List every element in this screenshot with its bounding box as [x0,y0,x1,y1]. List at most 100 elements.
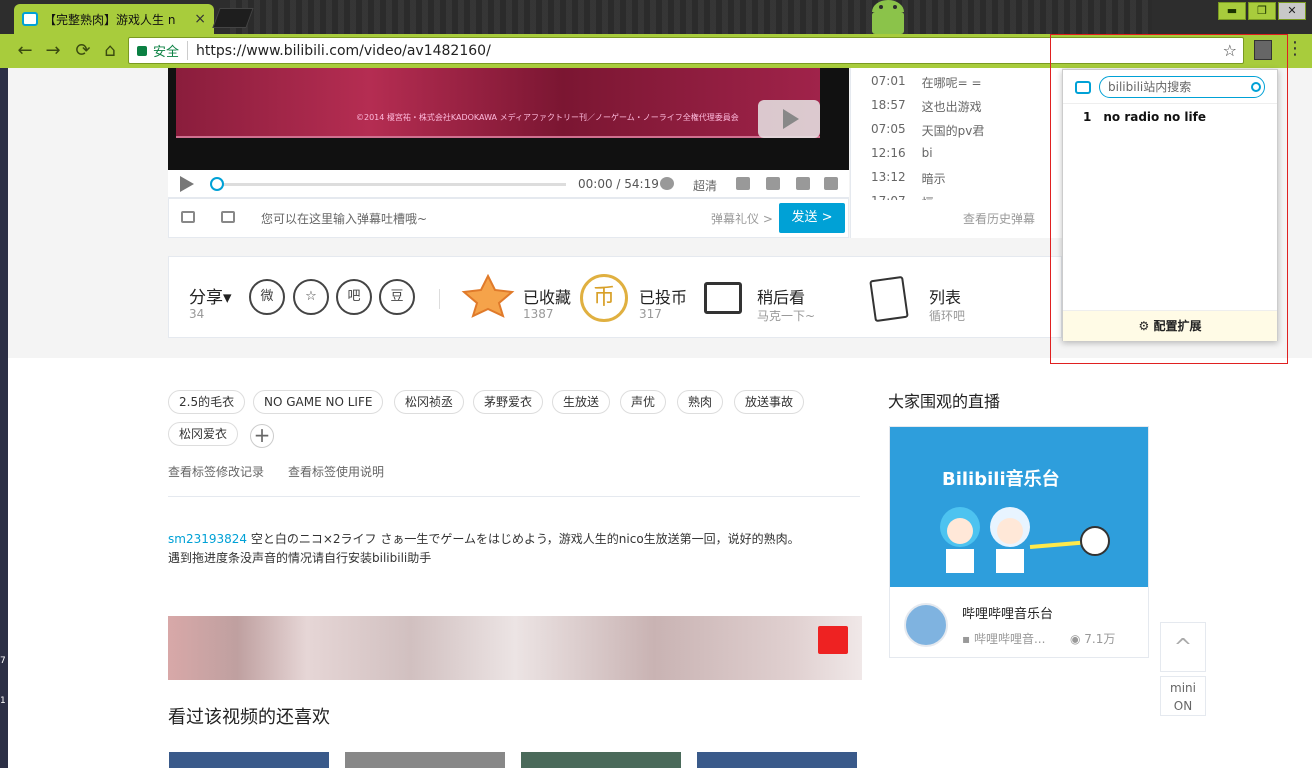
send-button[interactable]: 发送 > [779,203,845,233]
player-controls: 00:00 / 54:19 超清 [168,170,849,198]
back-to-top-button[interactable]: ^ [1160,622,1206,672]
tieba-icon[interactable]: 吧 [336,279,372,315]
tag[interactable]: 茅野爱衣 [473,390,544,414]
share-button[interactable]: 分享▾ [189,283,232,308]
search-suggestion[interactable]: 1 no radio no life [1083,110,1206,124]
tag[interactable]: 熟肉 [677,390,724,414]
playlist-sub: 循环吧 [929,309,966,323]
live-uploader[interactable]: ▪ 哔哩哔哩音... [962,630,1045,647]
watch-later-label[interactable]: 稍后看 [757,284,805,308]
search-icon[interactable] [1251,82,1261,92]
lock-icon [137,45,147,56]
danmaku-row[interactable]: 07:01 在哪呢= = [871,74,982,91]
close-window-button[interactable]: ✕ [1278,2,1306,20]
progress-track[interactable] [216,183,566,186]
playlist-label[interactable]: 列表 [929,284,961,308]
divider [439,289,440,309]
qzone-icon[interactable]: ☆ [293,279,329,315]
watch-later-icon[interactable] [704,282,742,314]
edge-glyph: 7 [0,656,6,666]
tag[interactable]: 声优 [620,390,667,414]
video-watermark: ©2014 榎宮祐・株式会社KADOKAWA メディアファクトリー刊／ノーゲーム… [356,113,739,122]
android-icon [872,0,904,34]
play-icon[interactable] [180,176,194,192]
coin-icon[interactable]: 币 [580,274,628,322]
tag[interactable]: 松冈爱衣 [168,422,239,446]
fullscreen-web-icon[interactable] [221,211,235,223]
tag[interactable]: 放送事故 [734,390,805,414]
live-cover-logo: Bilibili音乐台 [942,469,1060,490]
tag[interactable]: 松冈祯丞 [394,390,465,414]
big-play-button[interactable] [758,100,820,138]
danmaku-row[interactable]: 07:05 天国的pv君 [871,122,984,139]
danmaku-row[interactable]: 13:12 暗示 [871,170,946,187]
live-card[interactable]: Bilibili音乐台 哔哩哔哩音乐台 ▪ 哔哩哔哩音... ◉ 7.1万 [889,426,1149,658]
video-frame: ©2014 榎宮祐・株式会社KADOKAWA メディアファクトリー刊／ノーゲーム… [176,68,820,138]
avatar[interactable] [904,603,948,647]
volume-icon[interactable] [660,177,674,190]
watch-later-sub: 马克一下~ [757,309,816,323]
danmaku-row[interactable]: 17:07恒 [871,194,934,200]
live-mascots-image [940,507,1110,573]
tag[interactable]: 生放送 [552,390,611,414]
new-tab-button[interactable] [212,8,254,28]
tag[interactable]: NO GAME NO LIFE [253,390,384,414]
tab-close-button[interactable]: × [194,11,206,27]
tag-history-link[interactable]: 查看标签修改记录 [168,463,264,480]
live-cover[interactable]: Bilibili音乐台 [890,427,1148,587]
live-name[interactable]: 哔哩哔哩音乐台 [962,603,1053,622]
add-tag-button[interactable]: + [250,424,274,448]
back-button[interactable]: ← [14,40,36,62]
tv-icon[interactable] [796,177,810,190]
banner-badge [818,626,848,654]
home-button[interactable]: ⌂ [99,40,121,62]
danmaku-row[interactable]: 18:57 这也出游戏 [871,98,982,115]
related-thumbnail[interactable] [169,752,329,768]
menu-dots-icon[interactable]: ⋮ [1286,38,1304,59]
minimize-button[interactable]: ▬ [1218,2,1246,20]
radiation-icon[interactable] [824,177,838,190]
configure-extension-button[interactable]: ⚙ 配置扩展 [1063,310,1277,341]
related-thumbnail[interactable] [345,752,505,768]
popup-search-input[interactable]: bilibili站内搜索 [1099,76,1265,98]
chevron-down-icon: ▾ [223,288,232,308]
tag-help-link[interactable]: 查看标签使用说明 [288,463,384,480]
weibo-icon[interactable]: 微 [249,279,285,315]
related-thumbnail[interactable] [521,752,681,768]
danmaku-style-icon[interactable] [181,211,195,223]
browser-tab[interactable]: 【完整熟肉】游戏人生 n × [14,4,214,34]
reload-button[interactable]: ⟳ [72,40,94,62]
favorite-label[interactable]: 已收藏 [523,284,571,308]
related-thumbnail[interactable] [697,752,857,768]
mini-player-toggle[interactable]: mini ON [1160,676,1206,716]
playlist-icon[interactable] [869,275,909,323]
loop-icon[interactable] [766,177,780,190]
live-section-title: 大家围观的直播 [888,392,1001,411]
edge-glyph: 1 [0,696,6,706]
coin-label[interactable]: 已投币 [639,284,687,308]
tabstrip-pattern [230,0,1152,34]
coin-count: 317 [639,307,662,321]
danmaku-input[interactable]: 您可以在这里输入弹幕吐槽哦~ [261,210,427,227]
ad-banner[interactable] [168,616,862,680]
danmaku-input-bar: 您可以在这里输入弹幕吐槽哦~ 弹幕礼仪 > 发送 > [168,198,849,238]
progress-knob[interactable] [210,177,224,191]
quality-button[interactable]: 超清 [693,177,717,194]
bilibili-favicon-icon [22,12,38,26]
douban-icon[interactable]: 豆 [379,279,415,315]
favorite-star-icon[interactable] [460,274,516,318]
danmaku-row[interactable]: 12:16 bi [871,146,933,160]
video-description: sm23193824 空と白のニコ×2ライフ さぁ一生でゲームをはじめよう，游戏… [168,530,868,568]
url-text[interactable]: https://www.bilibili.com/video/av1482160… [196,43,491,59]
extension-popup: bilibili站内搜索 1 no radio no life ⚙ 配置扩展 [1062,69,1278,341]
restore-button[interactable]: ❐ [1248,2,1276,20]
danmaku-etiquette-link[interactable]: 弹幕礼仪 > [711,210,773,227]
tag[interactable]: 2.5的毛衣 [168,390,246,414]
source-link[interactable]: sm23193824 [168,532,247,546]
danmaku-toggle-icon[interactable] [736,177,750,190]
time-display: 00:00 / 54:19 [578,177,659,191]
danmaku-history-link[interactable]: 查看历史弹幕 [963,210,1035,227]
tab-title: 【完整熟肉】游戏人生 n [44,12,176,27]
secure-label: 安全 [153,41,189,60]
forward-button[interactable]: → [42,40,64,62]
